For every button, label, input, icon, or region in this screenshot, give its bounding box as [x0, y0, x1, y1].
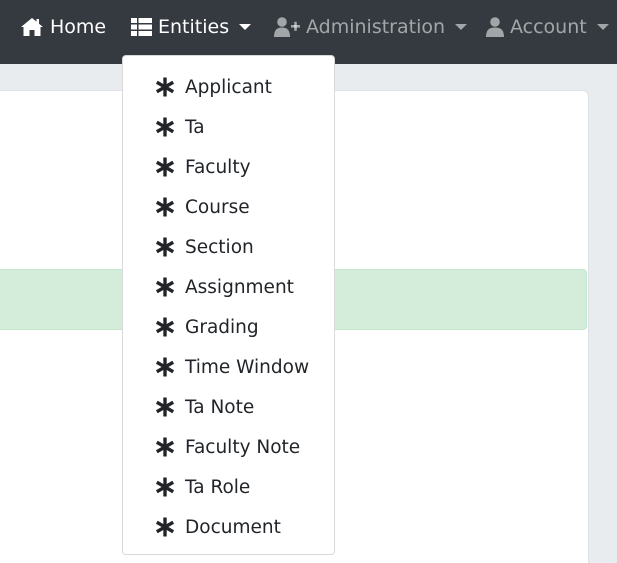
- user-icon: [486, 17, 504, 37]
- asterisk-icon: [155, 317, 175, 337]
- menu-item-label: Faculty Note: [185, 436, 301, 458]
- menu-item-grading[interactable]: Grading: [123, 307, 334, 347]
- list-icon: [131, 18, 152, 36]
- menu-item-label: Faculty: [185, 156, 251, 178]
- menu-item-course[interactable]: Course: [123, 187, 334, 227]
- entities-dropdown-menu: Applicant Ta Faculty Course Section Assi…: [122, 55, 335, 555]
- chevron-down-icon: [596, 24, 609, 30]
- page: Home Entities Administration Account App…: [0, 0, 617, 563]
- asterisk-icon: [155, 237, 175, 257]
- menu-item-label: Course: [185, 196, 250, 218]
- menu-item-assignment[interactable]: Assignment: [123, 267, 334, 307]
- asterisk-icon: [155, 77, 175, 97]
- menu-item-faculty[interactable]: Faculty: [123, 147, 334, 187]
- menu-item-applicant[interactable]: Applicant: [123, 67, 334, 107]
- nav-entities-label: Entities: [158, 16, 230, 38]
- nav-administration-dropdown[interactable]: Administration: [274, 0, 468, 54]
- menu-item-label: Ta Role: [185, 476, 251, 498]
- asterisk-icon: [155, 437, 175, 457]
- nav-administration-label: Administration: [306, 16, 446, 38]
- menu-item-faculty-note[interactable]: Faculty Note: [123, 427, 334, 467]
- nav-home[interactable]: Home: [20, 0, 106, 54]
- menu-item-label: Ta: [185, 116, 205, 138]
- menu-item-section[interactable]: Section: [123, 227, 334, 267]
- menu-item-ta-role[interactable]: Ta Role: [123, 467, 334, 507]
- user-plus-icon: [274, 17, 300, 37]
- menu-item-ta[interactable]: Ta: [123, 107, 334, 147]
- asterisk-icon: [155, 117, 175, 137]
- nav-account-label: Account: [510, 16, 587, 38]
- menu-item-document[interactable]: Document: [123, 507, 334, 547]
- menu-item-label: Ta Note: [185, 396, 255, 418]
- asterisk-icon: [155, 397, 175, 417]
- asterisk-icon: [155, 357, 175, 377]
- menu-item-label: Section: [185, 236, 254, 258]
- nav-home-label: Home: [50, 16, 107, 38]
- menu-item-label: Grading: [185, 316, 259, 338]
- asterisk-icon: [155, 477, 175, 497]
- menu-item-label: Assignment: [185, 276, 294, 298]
- menu-item-label: Applicant: [185, 76, 272, 98]
- asterisk-icon: [155, 517, 175, 537]
- menu-item-ta-note[interactable]: Ta Note: [123, 387, 334, 427]
- menu-item-label: Time Window: [185, 356, 310, 378]
- asterisk-icon: [155, 157, 175, 177]
- asterisk-icon: [155, 197, 175, 217]
- menu-item-time-window[interactable]: Time Window: [123, 347, 334, 387]
- menu-item-label: Document: [185, 516, 281, 538]
- asterisk-icon: [155, 277, 175, 297]
- chevron-down-icon: [239, 24, 252, 30]
- nav-entities-dropdown[interactable]: Entities: [131, 0, 252, 54]
- nav-account-dropdown[interactable]: Account: [486, 0, 609, 54]
- home-icon: [21, 18, 43, 36]
- chevron-down-icon: [455, 24, 468, 30]
